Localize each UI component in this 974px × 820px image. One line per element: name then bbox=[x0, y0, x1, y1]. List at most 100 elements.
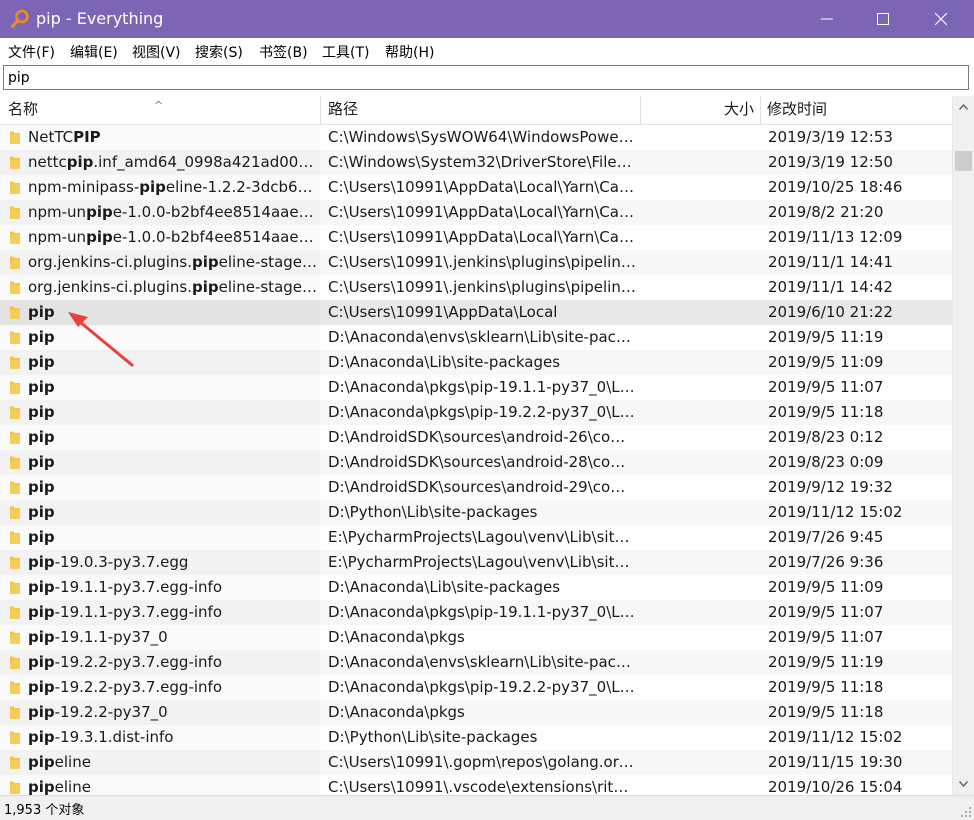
column-header: 名称 ^ 路径 大小 修改时间 bbox=[0, 96, 952, 125]
file-path: C:\Users\10991\.gopm\repos\golang.org\x\… bbox=[328, 753, 638, 771]
file-path: C:\Users\10991\AppData\Local bbox=[328, 303, 558, 321]
menu-search[interactable]: 搜索(S) bbox=[195, 42, 243, 62]
file-path: D:\AndroidSDK\sources\android-26\com\and… bbox=[328, 428, 638, 446]
folder-icon bbox=[10, 456, 20, 469]
menu-bar: 文件(F) 编辑(E) 视图(V) 搜索(S) 书签(B) 工具(T) 帮助(H… bbox=[0, 38, 974, 64]
list-item[interactable]: pip C:\Users\10991\AppData\Local 2019/6/… bbox=[0, 300, 952, 325]
list-item[interactable]: npm-unpipe-1.0.0-b2bf4ee8514aae61b7e8 C:… bbox=[0, 225, 952, 250]
minimize-icon bbox=[821, 18, 833, 20]
list-item[interactable]: pip-19.0.3-py3.7.egg E:\PycharmProjects\… bbox=[0, 550, 952, 575]
minimize-button[interactable] bbox=[800, 0, 854, 38]
scroll-down-button[interactable] bbox=[953, 773, 974, 795]
list-item[interactable]: pip-19.3.1.dist-info D:\Python\Lib\site-… bbox=[0, 725, 952, 750]
file-modified: 2019/6/10 21:22 bbox=[768, 303, 893, 321]
scrollbar-thumb[interactable] bbox=[955, 151, 972, 171]
close-icon bbox=[935, 13, 947, 25]
column-name-header[interactable]: 名称 ^ bbox=[0, 96, 320, 124]
scroll-up-button[interactable] bbox=[953, 96, 974, 118]
title-bar[interactable]: pip - Everything bbox=[0, 0, 974, 38]
file-name: nettcpip.inf_amd64_0998a421ad009907 bbox=[28, 150, 320, 175]
menu-tools[interactable]: 工具(T) bbox=[322, 42, 369, 62]
name-match: pip bbox=[28, 628, 55, 646]
file-name: pip-19.2.2-py3.7.egg-info bbox=[28, 650, 320, 675]
folder-icon bbox=[10, 781, 20, 794]
list-item[interactable]: npm-unpipe-1.0.0-b2bf4ee8514aae61b7e7 C:… bbox=[0, 200, 952, 225]
list-item[interactable]: pip D:\Python\Lib\site-packages 2019/11/… bbox=[0, 500, 952, 525]
file-modified: 2019/9/5 11:07 bbox=[768, 378, 884, 396]
menu-help[interactable]: 帮助(H) bbox=[385, 42, 434, 62]
file-name: pip bbox=[28, 525, 320, 550]
menu-edit[interactable]: 编辑(E) bbox=[70, 42, 118, 62]
list-item[interactable]: nettcpip.inf_amd64_0998a421ad009907 C:\W… bbox=[0, 150, 952, 175]
name-suffix: eline-stage-view-api bbox=[218, 278, 320, 296]
search-input[interactable] bbox=[4, 66, 972, 89]
column-size-header[interactable]: 大小 bbox=[641, 96, 760, 124]
file-name: pip-19.2.2-py37_0 bbox=[28, 700, 320, 725]
menu-bookmarks[interactable]: 书签(B) bbox=[259, 42, 308, 62]
maximize-button[interactable] bbox=[856, 0, 910, 38]
file-modified: 2019/7/26 9:45 bbox=[768, 528, 884, 546]
chevron-down-icon bbox=[959, 781, 968, 787]
results-list[interactable]: NetTCPIP C:\Windows\SysWOW64\WindowsPowe… bbox=[0, 125, 952, 795]
file-path: C:\Users\10991\AppData\Local\Yarn\Cache\… bbox=[328, 228, 638, 246]
list-item[interactable]: pip-19.1.1-py37_0 D:\Anaconda\pkgs 2019/… bbox=[0, 625, 952, 650]
name-suffix: .inf_amd64_0998a421ad009907 bbox=[93, 153, 320, 171]
file-name: pip bbox=[28, 375, 320, 400]
folder-icon bbox=[10, 156, 20, 169]
file-modified: 2019/9/5 11:18 bbox=[768, 678, 884, 696]
name-match: pip bbox=[28, 403, 55, 421]
menu-file[interactable]: 文件(F) bbox=[8, 42, 55, 62]
name-suffix: e-1.0.0-b2bf4ee8514aae61b7e8 bbox=[112, 228, 320, 246]
column-modified-header[interactable]: 修改时间 bbox=[761, 96, 952, 124]
list-item[interactable]: npm-minipass-pipeline-1.2.2-3dcb6b2c6bbd… bbox=[0, 175, 952, 200]
object-count: 1,953 个对象 bbox=[4, 803, 85, 818]
list-item[interactable]: org.jenkins-ci.plugins.pipeline-stage-vi… bbox=[0, 275, 952, 300]
name-suffix: eline bbox=[54, 753, 91, 771]
list-item[interactable]: pip-19.1.1-py3.7.egg-info D:\Anaconda\Li… bbox=[0, 575, 952, 600]
list-item[interactable]: pip-19.2.2-py3.7.egg-info D:\Anaconda\pk… bbox=[0, 675, 952, 700]
list-item[interactable]: pip D:\Anaconda\pkgs\pip-19.2.2-py37_0\L… bbox=[0, 400, 952, 425]
name-suffix: -19.3.1.dist-info bbox=[54, 728, 174, 746]
magnifier-icon bbox=[11, 9, 29, 28]
file-path: C:\Users\10991\.jenkins\plugins\pipeline… bbox=[328, 278, 638, 296]
list-item[interactable]: pip E:\PycharmProjects\Lagou\venv\Lib\si… bbox=[0, 525, 952, 550]
list-item[interactable]: pipeline C:\Users\10991\.gopm\repos\gola… bbox=[0, 750, 952, 775]
file-name: pipeline bbox=[28, 750, 320, 775]
name-match: pip bbox=[28, 678, 55, 696]
list-item[interactable]: pip D:\AndroidSDK\sources\android-26\com… bbox=[0, 425, 952, 450]
file-path: D:\AndroidSDK\sources\android-28\com\and… bbox=[328, 453, 638, 471]
list-item[interactable]: pipeline C:\Users\10991\.vscode\extensio… bbox=[0, 775, 952, 795]
list-item[interactable]: pip-19.2.2-py37_0 D:\Anaconda\pkgs 2019/… bbox=[0, 700, 952, 725]
status-bar: 1,953 个对象 bbox=[0, 795, 974, 820]
list-item[interactable]: pip D:\Anaconda\envs\sklearn\Lib\site-pa… bbox=[0, 325, 952, 350]
file-path: D:\Anaconda\Lib\site-packages bbox=[328, 578, 561, 596]
folder-icon bbox=[10, 581, 20, 594]
list-item[interactable]: pip D:\AndroidSDK\sources\android-28\com… bbox=[0, 450, 952, 475]
folder-icon bbox=[10, 181, 20, 194]
file-name: pipeline bbox=[28, 775, 320, 795]
name-match: pip bbox=[28, 428, 55, 446]
file-path: D:\Anaconda\pkgs bbox=[328, 628, 465, 646]
vertical-scrollbar[interactable] bbox=[952, 96, 974, 795]
file-name: org.jenkins-ci.plugins.pipeline-stage-vi… bbox=[28, 250, 320, 275]
list-item[interactable]: pip D:\Anaconda\Lib\site-packages 2019/9… bbox=[0, 350, 952, 375]
folder-icon bbox=[10, 231, 20, 244]
name-match: pip bbox=[28, 653, 55, 671]
list-item[interactable]: org.jenkins-ci.plugins.pipeline-stage-vi… bbox=[0, 250, 952, 275]
list-item[interactable]: pip-19.2.2-py3.7.egg-info D:\Anaconda\en… bbox=[0, 650, 952, 675]
file-modified: 2019/10/25 18:46 bbox=[768, 178, 903, 196]
name-match: pip bbox=[28, 328, 55, 346]
menu-view[interactable]: 视图(V) bbox=[132, 42, 181, 62]
list-item[interactable]: pip D:\Anaconda\pkgs\pip-19.1.1-py37_0\L… bbox=[0, 375, 952, 400]
list-item[interactable]: pip-19.1.1-py3.7.egg-info D:\Anaconda\pk… bbox=[0, 600, 952, 625]
folder-icon bbox=[10, 431, 20, 444]
file-name: pip-19.1.1-py3.7.egg-info bbox=[28, 575, 320, 600]
name-match: pip bbox=[28, 353, 55, 371]
list-item[interactable]: NetTCPIP C:\Windows\SysWOW64\WindowsPowe… bbox=[0, 125, 952, 150]
resize-grip-icon[interactable] bbox=[960, 806, 972, 818]
list-item[interactable]: pip D:\AndroidSDK\sources\android-29\com… bbox=[0, 475, 952, 500]
file-path: C:\Windows\System32\DriverStore\FileRepo… bbox=[328, 153, 638, 171]
name-match: pip bbox=[139, 178, 166, 196]
column-path-header[interactable]: 路径 bbox=[321, 96, 640, 124]
close-button[interactable] bbox=[914, 0, 968, 38]
